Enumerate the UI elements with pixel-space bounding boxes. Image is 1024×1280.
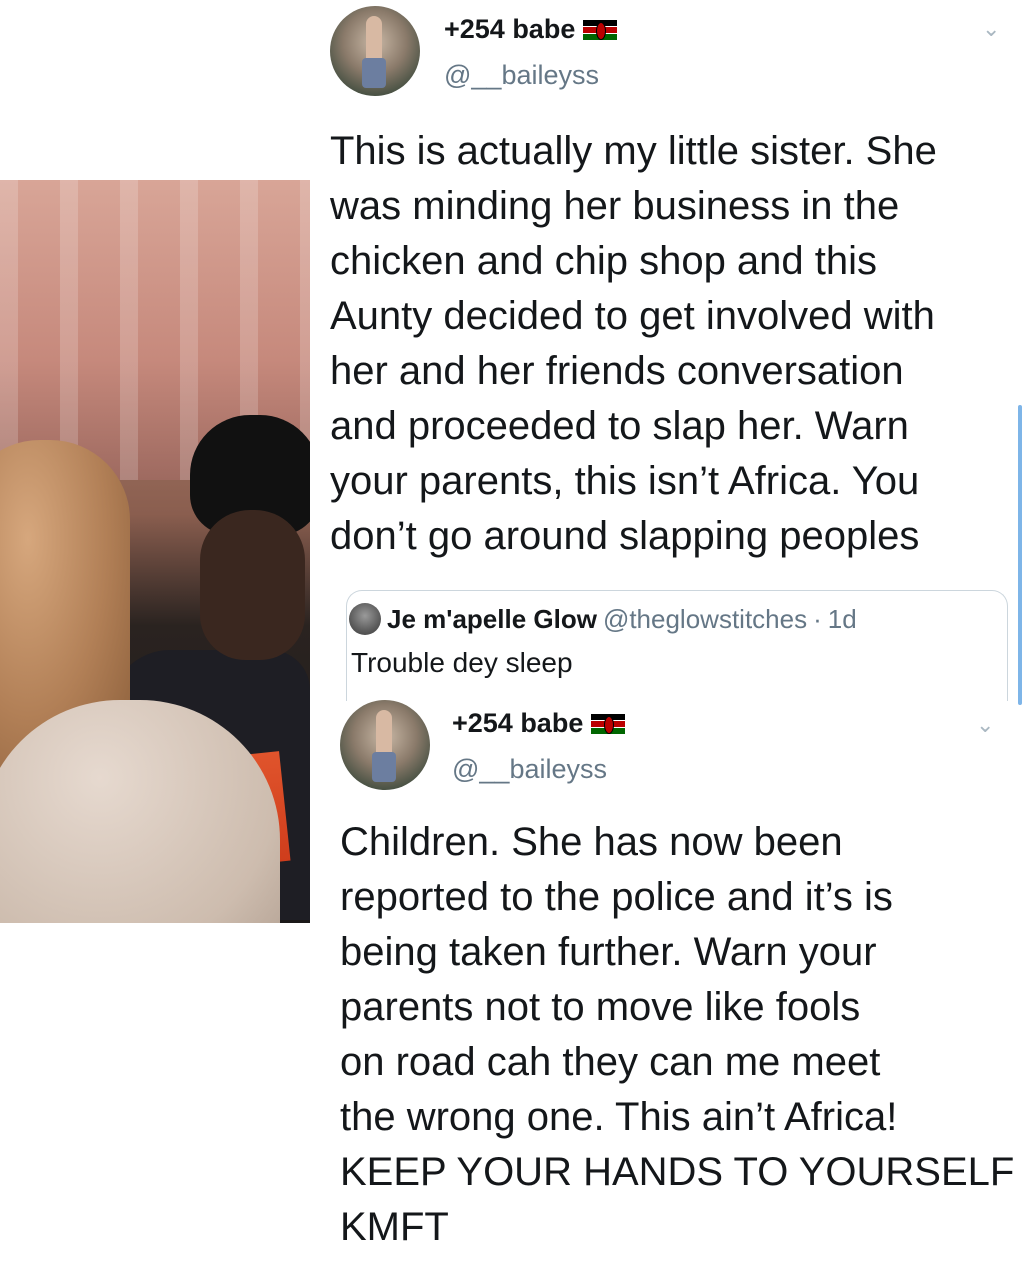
chevron-down-icon[interactable]: ⌄ xyxy=(976,712,994,738)
quoted-avatar xyxy=(349,603,381,635)
quoted-handle: @theglowstitches xyxy=(602,603,808,634)
quoted-tweet-card[interactable]: Je m'apelle Glow @theglowstitches · 1d T… xyxy=(346,590,1008,701)
display-name[interactable]: +254 babe xyxy=(452,708,583,739)
quoted-tweet-text: Trouble dey sleep xyxy=(351,647,573,678)
video-still-image xyxy=(0,180,310,923)
quoted-display-name: Je m'apelle Glow xyxy=(387,603,597,634)
kenya-flag-icon xyxy=(591,713,626,734)
tweet-column: +254 babe @__baileyss ⌄ This is actually… xyxy=(320,0,1024,1280)
avatar-figure-legs xyxy=(372,752,396,782)
quoted-separator: · xyxy=(813,603,822,634)
scrollbar[interactable] xyxy=(1018,405,1022,705)
tweet1-name-row: +254 babe xyxy=(444,14,618,45)
tweet2-name-row: +254 babe xyxy=(452,708,626,739)
user-handle[interactable]: @__baileyss xyxy=(452,754,607,785)
quoted-tweet-header: Je m'apelle Glow @theglowstitches · 1d xyxy=(347,603,857,635)
avatar-figure-legs xyxy=(362,58,386,88)
kenya-flag-icon xyxy=(583,19,618,40)
chevron-down-icon[interactable]: ⌄ xyxy=(982,16,1000,42)
user-handle[interactable]: @__baileyss xyxy=(444,60,599,91)
avatar[interactable] xyxy=(340,700,430,790)
display-name[interactable]: +254 babe xyxy=(444,14,575,45)
screenshot-collage: +254 babe @__baileyss ⌄ This is actually… xyxy=(0,0,1024,1280)
tweet-text: Children. She has now been reported to t… xyxy=(340,820,1015,1249)
avatar[interactable] xyxy=(330,6,420,96)
girl-face xyxy=(200,510,305,660)
quoted-timestamp: 1d xyxy=(827,603,857,634)
tweet-text: This is actually my little sister. She w… xyxy=(330,129,937,558)
